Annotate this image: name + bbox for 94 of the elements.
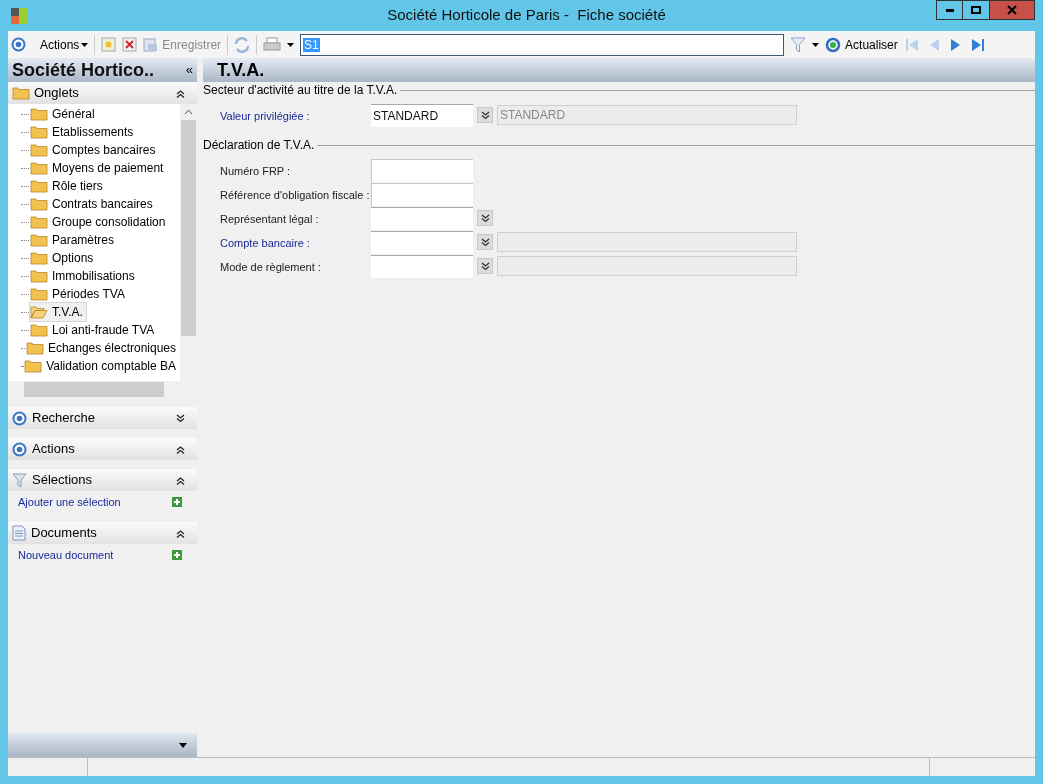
panel-title: Documents (31, 524, 98, 543)
page-title: T.V.A. (217, 58, 265, 82)
panel-title: Sélections (32, 471, 93, 490)
tab-item[interactable]: Immobilisations (29, 266, 139, 286)
panel-header[interactable]: Actions (8, 438, 197, 460)
folder-icon (30, 251, 48, 265)
document-icon (12, 525, 26, 541)
caret-icon[interactable] (179, 742, 187, 748)
tab-item[interactable]: Comptes bancaires (29, 140, 160, 160)
folder-icon (30, 143, 48, 157)
circle-target-icon (12, 410, 27, 426)
tab-item[interactable]: Contrats bancaires (29, 194, 157, 214)
vertical-scrollbar[interactable] (180, 104, 197, 381)
folder-icon (30, 179, 48, 193)
folder-icon (30, 215, 48, 229)
panel-title: Actions (32, 440, 76, 459)
caret-icon[interactable] (287, 42, 295, 47)
folder-icon (25, 341, 44, 355)
folder-icon (30, 161, 48, 175)
save-icon (143, 37, 159, 52)
tab-item[interactable]: Groupe consolidation (29, 212, 170, 232)
tabs-header[interactable]: Onglets (8, 82, 197, 104)
field-label[interactable]: Valeur privilégiée : (220, 110, 310, 122)
tab-item[interactable]: Moyens de paiement (29, 158, 168, 178)
field-label: Représentant légal : (220, 213, 319, 225)
input-field[interactable] (371, 182, 473, 206)
minimize-button[interactable] (936, 0, 963, 20)
panel-link[interactable]: Ajouter une sélection (18, 493, 121, 511)
printer-icon[interactable] (263, 36, 282, 53)
add-icon[interactable] (172, 550, 182, 560)
panel-link[interactable]: Nouveau document (18, 546, 114, 564)
folder-icon (30, 269, 48, 283)
circle-target-icon (11, 37, 26, 52)
add-icon[interactable] (172, 497, 182, 507)
chevron-down-icon (480, 110, 490, 120)
field-label: Référence d'obligation fiscale : (220, 189, 370, 201)
window-title: Société Horticole de Paris - Fiche société (387, 5, 666, 26)
panel-header[interactable]: Recherche (8, 407, 197, 429)
folder-icon (12, 86, 30, 100)
dropdown-button[interactable] (477, 210, 493, 226)
caret-icon[interactable] (812, 42, 820, 47)
delete-icon[interactable] (122, 37, 138, 52)
tab-item[interactable]: Rôle tiers (29, 176, 107, 196)
dropdown-button[interactable] (477, 234, 493, 250)
field-label: Numéro FRP : (220, 165, 291, 177)
collapse-chevron-icon[interactable] (176, 88, 185, 98)
panel-header[interactable]: Sélections (8, 469, 197, 491)
folder-icon (30, 233, 48, 247)
sidebar-title: Société Hortico.. (12, 58, 155, 82)
tab-item[interactable]: Général (29, 104, 99, 124)
tab-item[interactable]: Echanges électroniques (24, 338, 180, 358)
collapse-chevron-icon[interactable] (176, 444, 185, 454)
actions-menu-button[interactable]: Actions (40, 35, 89, 54)
collapse-chevron-icon[interactable] (176, 475, 185, 485)
section-title: Secteur d'activité au titre de la T.V.A. (203, 82, 398, 99)
tab-item[interactable]: T.V.A. (29, 302, 87, 322)
chevron-down-icon (480, 261, 490, 271)
collapse-chevron-icon[interactable] (176, 528, 185, 538)
app-logo-icon (11, 7, 27, 24)
circle-target-icon (12, 441, 27, 457)
panel-header[interactable]: Documents (8, 522, 197, 544)
folder-icon (30, 305, 48, 319)
section-title: Déclaration de T.V.A. (203, 137, 315, 154)
dropdown-button[interactable] (477, 107, 493, 123)
refresh-icon (825, 36, 842, 53)
collapse-sidebar-button[interactable]: « (185, 60, 193, 80)
folder-icon (30, 107, 48, 121)
field-label[interactable]: Compte bancaire : (220, 237, 310, 249)
tab-item[interactable]: Options (29, 248, 98, 268)
tab-item[interactable]: Périodes TVA (29, 284, 129, 304)
folder-icon (30, 125, 48, 139)
tab-item[interactable]: Etablissements (29, 122, 138, 142)
filter-icon[interactable] (790, 36, 807, 53)
tabs-header-label: Onglets (34, 84, 80, 103)
chevron-down-icon (480, 213, 490, 223)
caret-icon (81, 42, 89, 47)
tab-item[interactable]: Validation comptable BA (23, 356, 180, 376)
field-label: Mode de règlement : (220, 261, 321, 273)
dropdown-button[interactable] (477, 258, 493, 274)
tab-item[interactable]: Loi anti-fraude TVA (29, 320, 159, 340)
last-record-icon[interactable] (969, 36, 986, 53)
close-icon (1007, 5, 1017, 15)
filter-icon (12, 472, 27, 488)
folder-icon (30, 197, 48, 211)
chevron-down-icon (480, 237, 490, 247)
refresh-button[interactable]: Actualiser (825, 35, 898, 54)
close-button[interactable] (990, 0, 1035, 20)
combo-box[interactable]: STANDARD (371, 103, 473, 127)
input-field[interactable] (371, 158, 473, 182)
tab-item[interactable]: Paramètres (29, 230, 119, 250)
expand-chevron-icon[interactable] (176, 413, 185, 423)
folder-icon (24, 359, 43, 373)
panel-title: Recherche (32, 409, 96, 428)
description-field: STANDARD (497, 105, 797, 125)
